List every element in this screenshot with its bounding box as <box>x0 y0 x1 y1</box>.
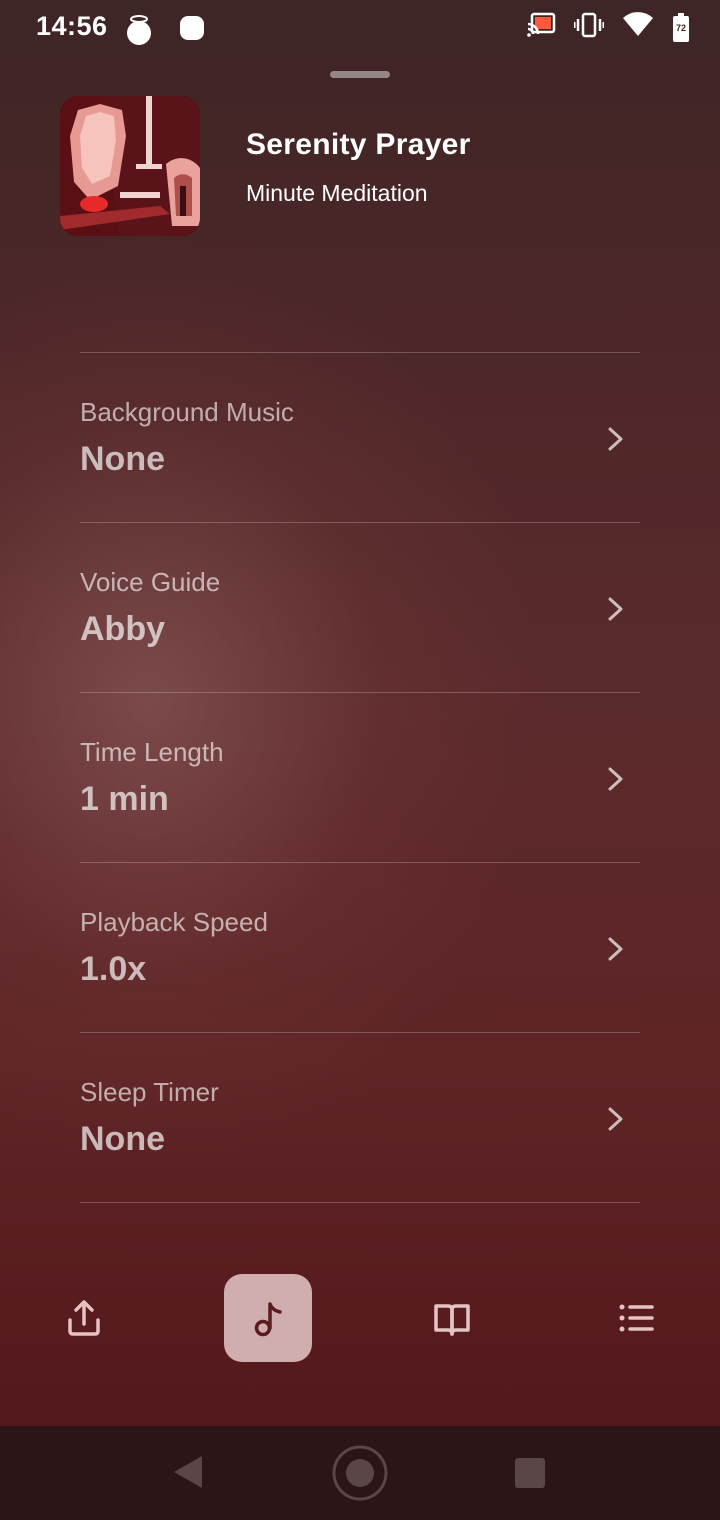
battery-level: 72 <box>675 22 686 33</box>
app-notification-icon <box>178 13 206 52</box>
back-button[interactable] <box>170 1454 204 1495</box>
recents-button[interactable] <box>514 1457 546 1494</box>
list-button[interactable] <box>592 1274 680 1362</box>
book-button[interactable] <box>408 1274 496 1362</box>
cast-icon <box>526 12 556 43</box>
setting-row-playback-speed[interactable]: Playback Speed 1.0x <box>80 863 640 1033</box>
home-button[interactable] <box>330 1443 390 1508</box>
music-button[interactable] <box>224 1274 312 1362</box>
wifi-icon <box>622 12 654 43</box>
track-subtitle: Minute Meditation <box>246 180 428 206</box>
chevron-right-icon <box>608 767 623 791</box>
music-note-icon <box>254 1302 282 1337</box>
bottom-toolbar <box>0 1274 720 1362</box>
vibrate-icon <box>573 12 605 43</box>
settings-list: Background Music None Voice Guide Abby T… <box>80 352 640 1203</box>
setting-label: Sleep Timer <box>80 1077 219 1107</box>
status-time: 14:56 <box>36 11 108 41</box>
setting-label: Playback Speed <box>80 907 268 937</box>
setting-label: Voice Guide <box>80 567 221 597</box>
screen: 14:56 72 Serenity Prayer Minute Meditati… <box>0 0 720 1520</box>
share-button[interactable] <box>40 1274 128 1362</box>
battery-icon: 72 <box>672 12 690 43</box>
halo-notification-icon <box>122 13 156 52</box>
chevron-right-icon <box>608 937 623 961</box>
navigation-bar <box>0 1426 720 1520</box>
setting-value: Abby <box>80 610 165 648</box>
album-artwork <box>60 96 200 236</box>
chevron-right-icon <box>608 597 623 621</box>
back-icon <box>174 1456 202 1488</box>
setting-row-voice-guide[interactable]: Voice Guide Abby <box>80 523 640 693</box>
setting-value: None <box>80 1120 165 1158</box>
status-bar: 14:56 72 <box>0 0 720 56</box>
setting-row-background-music[interactable]: Background Music None <box>80 353 640 523</box>
drag-handle[interactable] <box>330 71 390 78</box>
chevron-right-icon <box>608 1107 623 1131</box>
setting-value: None <box>80 440 165 478</box>
setting-value: 1 min <box>80 780 169 818</box>
home-icon <box>332 1445 388 1501</box>
book-icon <box>434 1304 470 1336</box>
list-icon <box>619 1304 654 1332</box>
share-icon <box>68 1300 100 1336</box>
setting-value: 1.0x <box>80 950 147 988</box>
track-title: Serenity Prayer <box>246 128 471 161</box>
setting-label: Time Length <box>80 737 224 767</box>
setting-row-sleep-timer[interactable]: Sleep Timer None <box>80 1033 640 1203</box>
recents-icon <box>515 1458 545 1488</box>
setting-label: Background Music <box>80 397 294 427</box>
setting-row-time-length[interactable]: Time Length 1 min <box>80 693 640 863</box>
chevron-right-icon <box>608 427 623 451</box>
